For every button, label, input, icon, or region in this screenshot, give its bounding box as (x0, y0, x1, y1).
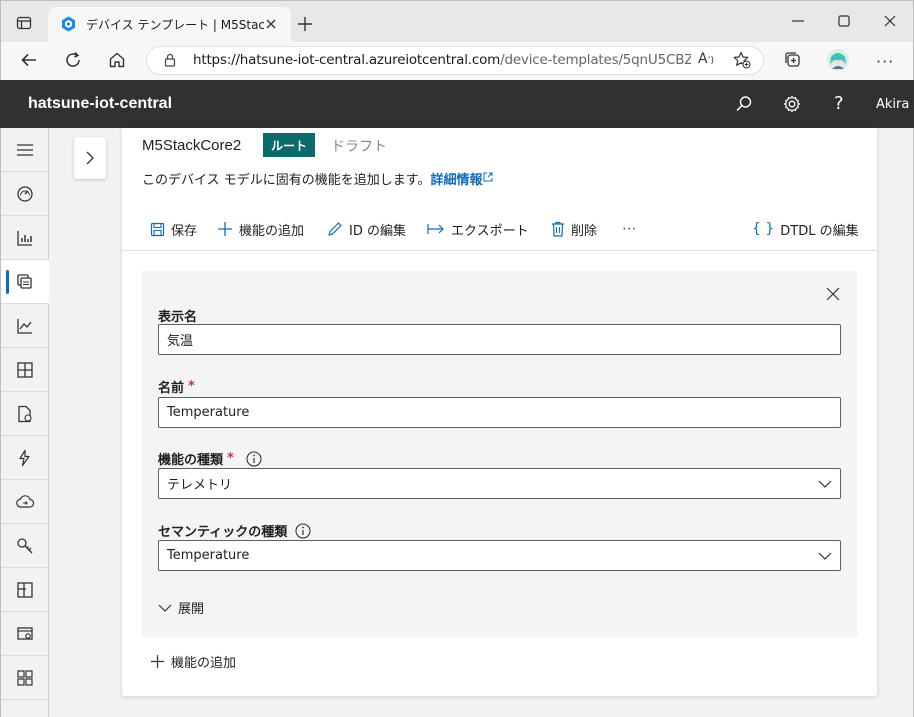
template-name: M5StackCore2 (142, 137, 242, 154)
expand-panel-button[interactable] (74, 137, 106, 179)
user-name[interactable]: Akira (876, 97, 909, 112)
expand-label: 展開 (178, 602, 205, 617)
learn-more-link[interactable]: 詳細情報 (430, 173, 482, 188)
read-aloud-icon[interactable]: Aʼ) (698, 51, 714, 67)
external-link-icon (483, 172, 493, 182)
display-name-label-text: 表示名 (158, 310, 198, 325)
expand-toggle[interactable]: 展開 (158, 598, 204, 617)
display-name-label: 表示名 (158, 306, 197, 325)
maximize-window-icon[interactable] (838, 15, 850, 27)
chevron-right-icon (86, 151, 94, 165)
export-arrow-icon (427, 224, 444, 234)
capability-type-dropdown[interactable]: テレメトリ (158, 468, 841, 499)
edit-dtdl-button[interactable]: { } DTDL の編集 (752, 218, 859, 240)
home-icon[interactable] (108, 51, 126, 69)
back-icon[interactable] (20, 51, 38, 69)
search-icon[interactable] (735, 95, 753, 113)
tab-title: デバイス テンプレート | M5StackCore2 (86, 18, 264, 32)
display-name-value: 気温 (167, 334, 194, 349)
add-capability-button[interactable]: 機能の追加 (217, 218, 304, 240)
add-capability-label: 機能の追加 (239, 223, 305, 239)
description-text: このデバイス モデルに固有の機能を追加します。 (142, 173, 431, 188)
minimize-window-icon[interactable] (792, 20, 804, 22)
nav-overview-icon[interactable] (1, 172, 49, 216)
export-label: エクスポート (451, 223, 529, 239)
app-name[interactable]: hatsune-iot-central (28, 95, 172, 113)
refresh-icon[interactable] (64, 51, 82, 69)
nav-device-templates-icon[interactable] (1, 260, 49, 304)
info-icon[interactable] (295, 522, 311, 539)
left-navigation (0, 128, 49, 717)
draft-status: ドラフト (331, 139, 387, 155)
delete-label: 削除 (571, 223, 598, 239)
hamburger-menu-icon[interactable] (1, 128, 49, 172)
name-input[interactable]: Temperature (158, 397, 841, 428)
template-description: このデバイス モデルに固有の機能を追加します。詳細情報 (142, 169, 493, 188)
semantic-type-label-text: セマンティックの種類 (158, 525, 288, 540)
nav-analytics-icon[interactable] (1, 304, 49, 348)
more-commands-button[interactable]: ··· (622, 218, 636, 240)
display-name-input[interactable]: 気温 (158, 324, 841, 355)
pencil-icon (328, 222, 342, 236)
capability-type-label-text: 機能の種類 (158, 453, 224, 468)
delete-button[interactable]: 削除 (551, 218, 597, 240)
new-tab-icon[interactable] (297, 16, 313, 32)
save-icon (150, 222, 165, 236)
root-badge: ルート (263, 133, 315, 157)
chevron-down-icon (158, 604, 172, 612)
semantic-type-value: Temperature (167, 548, 250, 563)
nav-dashboard-icon[interactable] (1, 216, 49, 260)
plus-icon (150, 654, 165, 669)
trash-icon (552, 221, 564, 237)
close-tab-icon[interactable] (266, 19, 276, 29)
lock-icon[interactable] (164, 53, 176, 67)
nav-app-settings-icon[interactable] (1, 612, 49, 656)
help-icon[interactable]: ? (834, 93, 844, 114)
name-label-text: 名前 (158, 381, 185, 396)
plus-icon (218, 222, 232, 236)
export-button[interactable]: エクスポート (427, 218, 529, 240)
collections-icon[interactable] (784, 51, 802, 69)
name-value: Temperature (167, 405, 250, 420)
capability-type-label: 機能の種類 * (158, 449, 262, 468)
semantic-type-label: セマンティックの種類 (158, 521, 311, 540)
profile-avatar[interactable] (826, 48, 850, 72)
edit-dtdl-label: DTDL の編集 (780, 223, 859, 239)
required-asterisk: * (188, 379, 195, 394)
required-asterisk: * (227, 451, 234, 466)
tab-actions-icon[interactable] (16, 15, 32, 31)
nav-permissions-key-icon[interactable] (1, 524, 49, 568)
nav-data-export-icon[interactable] (1, 480, 49, 524)
browser-menu-icon[interactable]: ··· (876, 52, 894, 71)
edit-id-button[interactable]: ID の編集 (327, 218, 406, 240)
capability-type-value: テレメトリ (167, 478, 233, 493)
nav-device-file-icon[interactable] (1, 392, 49, 436)
settings-gear-icon[interactable] (783, 95, 801, 113)
braces-icon: { } (752, 221, 775, 237)
add-capability-bottom-label: 機能の追加 (171, 656, 237, 671)
iot-central-favicon-icon (61, 16, 76, 32)
url-text: https://hatsune-iot-central.azureiotcent… (193, 52, 691, 68)
close-window-icon[interactable] (884, 15, 896, 27)
save-button[interactable]: 保存 (150, 218, 197, 240)
add-favorite-icon[interactable] (733, 51, 751, 69)
command-bar-divider (122, 250, 877, 251)
chevron-down-icon (818, 480, 832, 488)
nav-rules-icon[interactable] (1, 436, 49, 480)
save-label: 保存 (171, 223, 198, 239)
info-icon[interactable] (246, 450, 262, 467)
name-label: 名前 * (158, 377, 195, 396)
add-capability-bottom-button[interactable]: 機能の追加 (150, 652, 236, 671)
nav-dashboards-grid-icon[interactable] (1, 348, 49, 392)
nav-customization-icon[interactable] (1, 568, 49, 612)
edit-id-label: ID の編集 (349, 223, 406, 239)
chevron-down-icon (818, 552, 832, 560)
close-panel-icon[interactable] (826, 287, 840, 301)
semantic-type-dropdown[interactable]: Temperature (158, 540, 841, 571)
nav-iot-apps-icon[interactable] (1, 656, 49, 700)
